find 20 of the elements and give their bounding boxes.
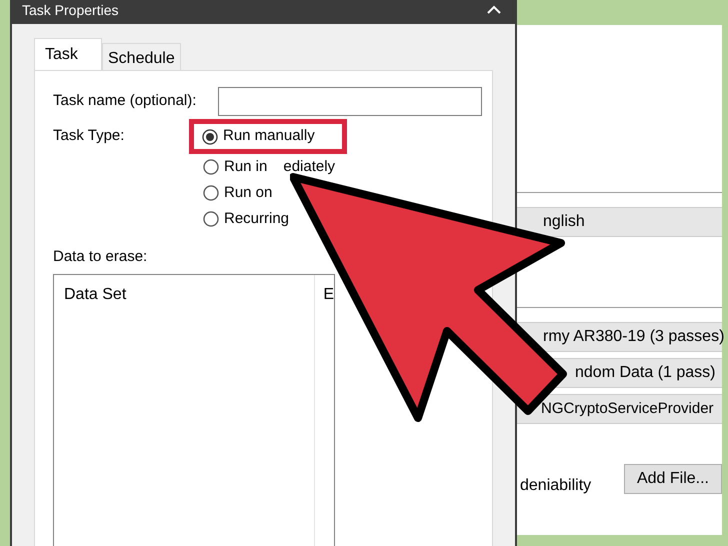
- section-label: Data to erase:: [53, 247, 148, 267]
- task-name-field[interactable]: [218, 87, 482, 116]
- radio-option[interactable]: Run manually: [189, 119, 347, 154]
- column-header[interactable]: E: [315, 274, 334, 546]
- radio-icon: [203, 211, 219, 227]
- tab[interactable]: Task: [34, 38, 102, 70]
- radio-option[interactable]: Run on: [203, 180, 272, 206]
- tab[interactable]: Schedule: [102, 43, 181, 70]
- window-title: Task Properties: [22, 2, 118, 18]
- radio-option[interactable]: Recurring: [203, 206, 290, 232]
- radio-icon: [202, 128, 218, 144]
- field-label: Task name (optional):: [53, 91, 198, 112]
- field-label: Task Type:: [53, 126, 126, 146]
- radio-icon: [203, 185, 219, 201]
- add-file-button[interactable]: Add File...: [624, 464, 722, 494]
- checkbox-label: deniability: [520, 476, 592, 496]
- option-text-fragment: ediately: [283, 156, 336, 177]
- radio-option[interactable]: Run in: [203, 154, 268, 180]
- column-header[interactable]: Data Set: [54, 274, 316, 546]
- radio-icon: [203, 159, 219, 175]
